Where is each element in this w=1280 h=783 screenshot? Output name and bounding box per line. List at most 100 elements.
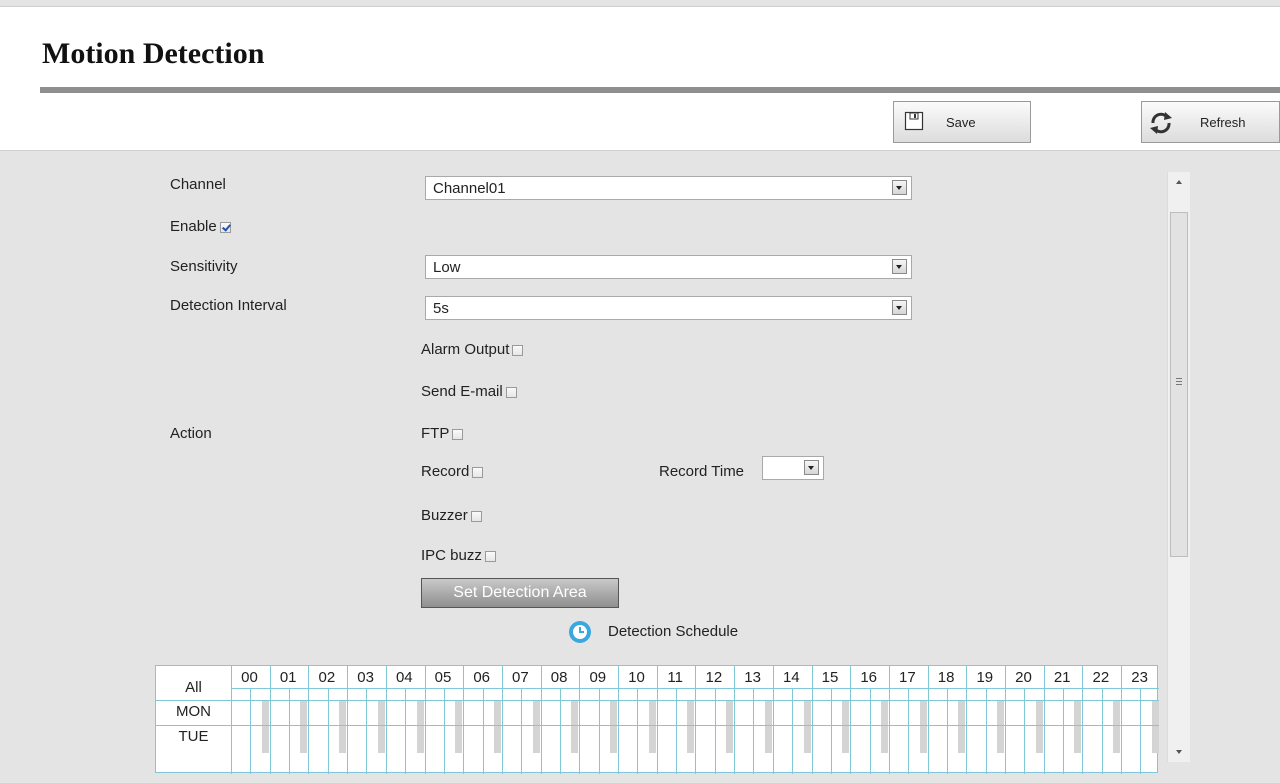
interval-label: Detection Interval: [170, 297, 287, 314]
send-email-row: Send E-mail: [421, 383, 517, 400]
channel-select[interactable]: Channel01: [425, 176, 912, 200]
schedule-grid-line: [463, 666, 465, 774]
schedule-hour-shade: [493, 700, 501, 753]
set-detection-area-button[interactable]: Set Detection Area: [421, 578, 619, 608]
schedule-hour-shade: [648, 700, 656, 753]
schedule-hour-shade: [726, 700, 734, 753]
buzzer-checkbox[interactable]: [470, 510, 482, 522]
chevron-down-icon[interactable]: [892, 180, 907, 195]
scroll-up-arrow-icon[interactable]: [1168, 172, 1190, 192]
schedule-grid-line: [347, 666, 349, 774]
schedule-hour-header[interactable]: 09: [579, 669, 616, 686]
schedule-hour-header[interactable]: 05: [425, 669, 462, 686]
save-button[interactable]: Save: [893, 101, 1031, 143]
schedule-grid-line: [811, 666, 813, 774]
schedule-hour-header[interactable]: 22: [1082, 669, 1119, 686]
schedule-hour-shade: [610, 700, 617, 753]
ftp-checkbox[interactable]: [452, 428, 464, 440]
schedule-hour-header[interactable]: 06: [463, 669, 500, 686]
header-bar: Motion Detection Save Refresh: [0, 6, 1280, 151]
schedule-hour-header[interactable]: 02: [308, 669, 345, 686]
schedule-hour-header[interactable]: 01: [270, 669, 307, 686]
schedule-hour-shade: [455, 700, 463, 753]
schedule-grid-line: [231, 688, 1159, 689]
schedule-hour-header[interactable]: 18: [928, 669, 965, 686]
clock-icon: [568, 620, 592, 648]
schedule-hour-header[interactable]: 11: [657, 669, 694, 686]
schedule-hour-header[interactable]: 14: [773, 669, 810, 686]
scrollbar-thumb[interactable]: [1170, 212, 1188, 557]
schedule-hour-header[interactable]: 00: [231, 669, 268, 686]
schedule-grid-line: [231, 666, 232, 774]
schedule-grid-line: [1043, 666, 1045, 774]
schedule-hour-header[interactable]: 17: [889, 669, 926, 686]
record-row: Record: [421, 463, 484, 480]
schedule-grid-line: [501, 666, 503, 774]
schedule-hour-shade: [377, 700, 385, 753]
schedule-grid-line: [156, 724, 1159, 726]
schedule-hour-header[interactable]: 12: [695, 669, 732, 686]
enable-row: Enable: [170, 218, 231, 235]
schedule-grid-line: [927, 666, 929, 774]
schedule-hour-header[interactable]: 19: [966, 669, 1003, 686]
schedule-grid-line: [1082, 666, 1084, 774]
schedule-grid-line: [695, 666, 697, 774]
ftp-label: FTP: [421, 425, 450, 442]
schedule-hour-header[interactable]: 20: [1005, 669, 1042, 686]
vertical-scrollbar[interactable]: [1167, 172, 1190, 762]
buzzer-row: Buzzer: [421, 507, 482, 524]
alarm-output-row: Alarm Output: [421, 341, 524, 358]
schedule-hour-header[interactable]: 07: [502, 669, 539, 686]
schedule-grid[interactable]: All 00 01 02 03 04 05 06 07 08 09 10 11 12 13 14 15 16 17…: [155, 665, 1159, 774]
schedule-hour-shade: [416, 700, 424, 753]
schedule-grid-line: [772, 666, 774, 774]
schedule-hour-header[interactable]: 13: [734, 669, 771, 686]
schedule-hour-header[interactable]: 10: [618, 669, 655, 686]
ipc-buzz-checkbox[interactable]: [484, 550, 496, 562]
schedule-grid-line: [734, 666, 736, 774]
scroll-down-arrow-icon[interactable]: [1168, 742, 1190, 762]
enable-label: Enable: [170, 218, 217, 235]
send-email-label: Send E-mail: [421, 383, 503, 400]
all-label[interactable]: All: [156, 679, 231, 696]
grip-icon: [1176, 378, 1182, 387]
record-checkbox[interactable]: [472, 466, 484, 478]
schedule-grid-line: [850, 666, 852, 774]
chevron-down-icon[interactable]: [892, 259, 907, 274]
record-time-select[interactable]: [762, 456, 824, 480]
schedule-grid-line: [156, 700, 1159, 701]
schedule-grid-line: [618, 666, 619, 774]
schedule-hour-header[interactable]: 08: [541, 669, 578, 686]
interval-select[interactable]: 5s: [425, 296, 912, 320]
interval-select-value: 5s: [433, 300, 449, 317]
floppy-disk-icon: [904, 111, 924, 134]
save-button-label: Save: [946, 115, 976, 130]
sensitivity-select[interactable]: Low: [425, 255, 912, 279]
schedule-hour-header[interactable]: 21: [1044, 669, 1081, 686]
schedule-hour-header[interactable]: 16: [850, 669, 887, 686]
schedule-grid-line: [540, 666, 542, 774]
schedule-day-label[interactable]: MON: [156, 703, 231, 720]
schedule-hour-shade: [1113, 700, 1121, 753]
schedule-hour-header[interactable]: 04: [386, 669, 423, 686]
schedule-hour-header[interactable]: 23: [1121, 669, 1158, 686]
refresh-button[interactable]: Refresh: [1141, 101, 1280, 143]
chevron-down-icon[interactable]: [892, 300, 907, 315]
schedule-hour-shade: [764, 700, 772, 753]
schedule-grid-line: [888, 666, 890, 774]
send-email-checkbox[interactable]: [505, 386, 517, 398]
schedule-hour-shade: [571, 700, 579, 753]
record-time-label: Record Time: [659, 463, 745, 480]
channel-label: Channel: [170, 176, 226, 193]
schedule-grid-line: [579, 666, 581, 774]
chevron-down-icon[interactable]: [804, 460, 819, 475]
enable-checkbox[interactable]: [219, 221, 231, 233]
ipc-buzz-label: IPC buzz: [421, 547, 482, 564]
schedule-hour-shade: [803, 700, 811, 753]
schedule-day-label[interactable]: TUE: [156, 728, 231, 745]
ipc-buzz-row: IPC buzz: [421, 547, 496, 564]
schedule-hour-header[interactable]: 03: [347, 669, 384, 686]
schedule-hour-header[interactable]: 15: [812, 669, 849, 686]
schedule-hour-shade: [339, 700, 347, 753]
alarm-output-checkbox[interactable]: [512, 344, 524, 356]
